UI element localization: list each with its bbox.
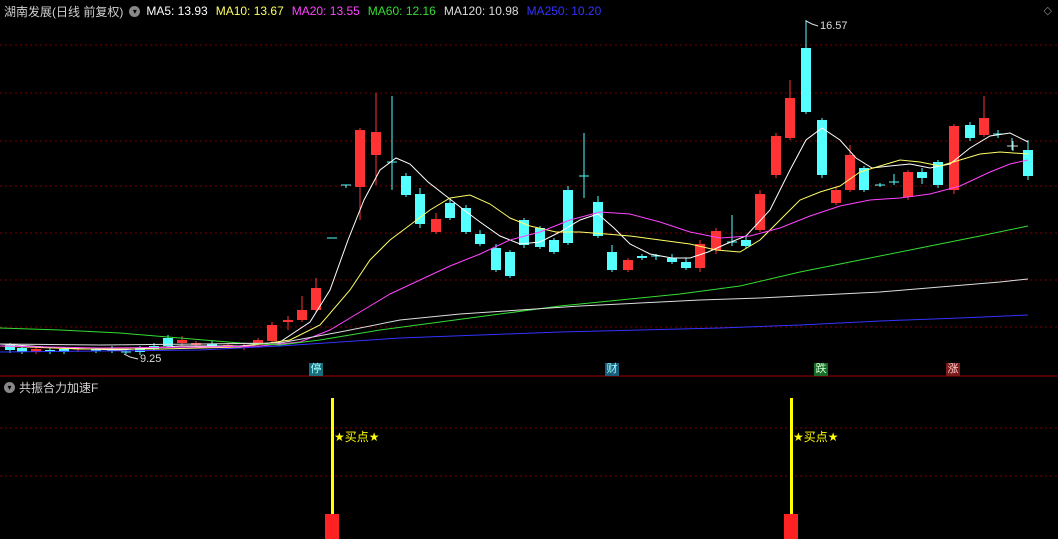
candle-body [475,234,485,244]
candle-body [771,136,781,175]
indicator-legend: ▾ 共振合力加速F [4,379,98,396]
event-tag-rise[interactable]: 涨 [946,363,960,376]
candle-body [445,203,455,218]
buy-signal-label: ★买点★ [334,430,380,444]
candle-body [267,325,277,341]
candle-body [593,202,603,236]
high-price-label: 16.57 [820,20,848,32]
low-price-label: 9.25 [140,353,162,365]
ma60-line [0,225,1029,346]
candle-body [607,252,617,270]
low-price-pointer [123,353,139,360]
candle-body [917,172,927,178]
candle-body [355,130,365,187]
event-tag-finance[interactable]: 财 [605,363,619,376]
candle-body [965,125,975,138]
candle-body [283,320,293,322]
candle-body [785,98,795,138]
candle-body [401,176,411,195]
candle-body [623,260,633,270]
candle-body [431,219,441,232]
candle-body [667,258,677,262]
candle-body [549,240,559,252]
candle-body [831,190,841,203]
candle-body [371,132,381,155]
candle-body [741,240,751,246]
candle-body [681,262,691,268]
indicator-dropdown-icon[interactable]: ▾ [4,382,15,393]
candle-body [563,190,573,243]
indicator-title: 共振合力加速F [19,381,99,395]
candle-body [505,252,515,276]
candle-body [637,256,647,258]
candle-body [845,155,855,190]
candle-body [903,172,913,197]
candle-body [415,194,425,224]
event-tag-drop[interactable]: 跌 [814,363,828,376]
candle-body [177,340,187,343]
candle-body [491,248,501,270]
candlestick-chart[interactable] [0,0,1058,539]
buy-signal-label: ★买点★ [793,430,839,444]
signal-volume-block [784,514,798,539]
candle-body [297,310,307,320]
signal-volume-block [325,514,339,539]
ma10-line [0,151,1029,350]
event-tag-suspend[interactable]: 停 [309,363,323,376]
candle-body [801,48,811,112]
candle-body [979,118,989,135]
high-price-pointer [805,20,819,27]
